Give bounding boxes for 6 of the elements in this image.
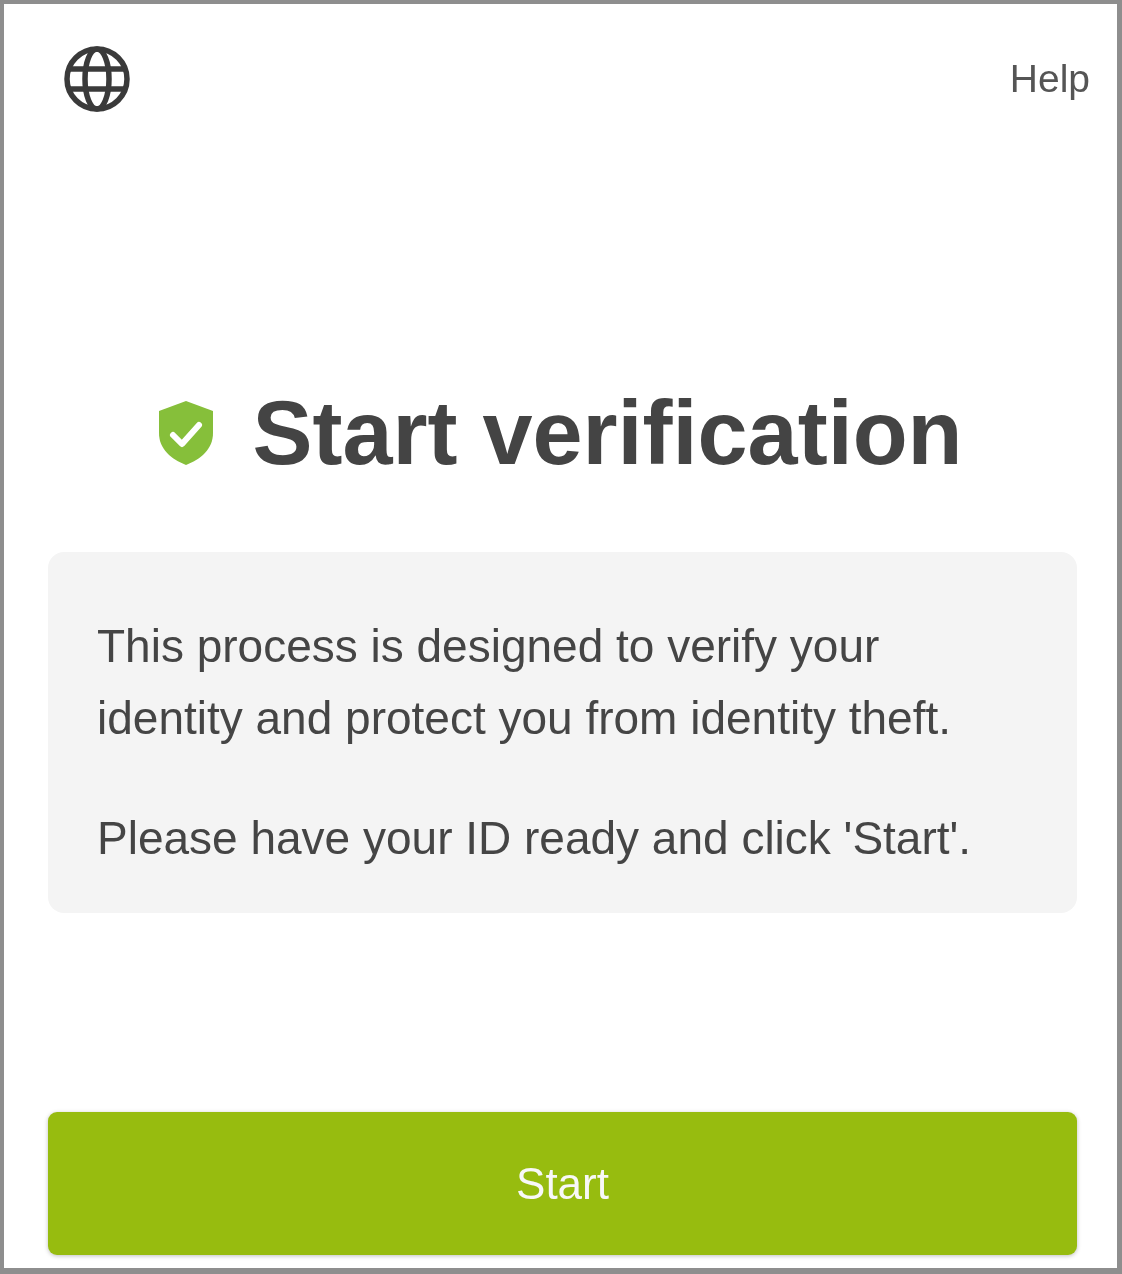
help-link[interactable]: Help [1009, 57, 1090, 101]
page-title: Start verification [252, 382, 963, 485]
shield-check-icon [158, 400, 215, 466]
info-paragraph: This process is designed to verify your identity and protect you from identity theft. [97, 619, 952, 746]
globe-icon[interactable] [64, 46, 130, 112]
info-paragraph: Please have your ID ready and click 'Start'. [97, 811, 973, 866]
